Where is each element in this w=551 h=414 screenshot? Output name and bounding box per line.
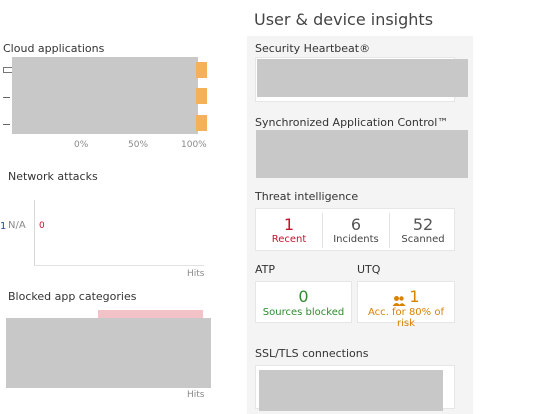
sync-app-control-title: Synchronized Application Control™ — [255, 116, 449, 129]
atp-label: Sources blocked — [262, 307, 345, 318]
users-icon — [392, 292, 406, 306]
atp-card[interactable]: 0 Sources blocked — [255, 281, 352, 323]
threat-stat-value: 6 — [350, 215, 362, 234]
blocked-apps-axis-label: Hits — [187, 390, 205, 400]
threat-intel-card: 1 Recent 6 Incidents 52 Scanned — [255, 208, 455, 251]
utq-value: 1 — [409, 287, 420, 306]
cloud-app-bar[interactable] — [196, 88, 207, 104]
network-attacks-na: N/A — [8, 220, 26, 231]
cloud-apps-tick-50: 50% — [128, 140, 149, 150]
app-row-arrow-icon — [3, 124, 10, 125]
heartbeat-redacted — [257, 59, 468, 97]
threat-stat-value: 52 — [412, 215, 434, 234]
network-attacks-value: 0 — [39, 221, 45, 231]
utq-value-row: 1 — [358, 287, 454, 306]
network-attacks-title: Network attacks — [8, 170, 98, 183]
blocked-apps-title: Blocked app categories — [8, 290, 137, 303]
ssl-redacted — [259, 370, 443, 411]
threat-stat-value: 1 — [283, 215, 295, 234]
cloud-apps-chart-redacted — [12, 57, 198, 134]
cloud-apps-title: Cloud applications — [3, 42, 105, 55]
cloud-apps-tick-100: 100% — [181, 140, 207, 150]
chart-axis-x — [34, 265, 204, 266]
utq-card[interactable]: 1 Acc. for 80% of risk — [357, 281, 455, 329]
heartbeat-title: Security Heartbeat® — [255, 42, 371, 55]
network-attacks-axis-label: Hits — [187, 269, 205, 279]
threat-stat-recent[interactable]: 1 Recent — [256, 209, 322, 252]
app-row-arrow-icon — [3, 97, 10, 98]
threat-stat-incidents[interactable]: 6 Incidents — [323, 209, 389, 252]
blocked-apps-chart-redacted — [6, 318, 211, 388]
utq-title: UTQ — [357, 263, 381, 276]
threat-stat-scanned[interactable]: 52 Scanned — [390, 209, 456, 252]
cloud-apps-tick-0: 0% — [74, 140, 89, 150]
atp-value: 0 — [298, 287, 309, 306]
utq-label: Acc. for 80% of risk — [368, 307, 444, 329]
sync-app-control-redacted — [256, 130, 468, 178]
cloud-app-bar[interactable] — [196, 115, 207, 131]
threat-intel-title: Threat intelligence — [255, 190, 359, 203]
cloud-app-bar[interactable] — [196, 62, 207, 78]
threat-stat-label: Incidents — [333, 234, 379, 245]
row-marker: 1 — [0, 221, 7, 232]
section-title: User & device insights — [254, 10, 434, 29]
atp-title: ATP — [255, 263, 276, 276]
threat-stat-label: Recent — [271, 234, 307, 245]
chart-axis-y — [34, 200, 35, 266]
threat-stat-label: Scanned — [401, 234, 445, 245]
ssl-title: SSL/TLS connections — [255, 347, 369, 360]
